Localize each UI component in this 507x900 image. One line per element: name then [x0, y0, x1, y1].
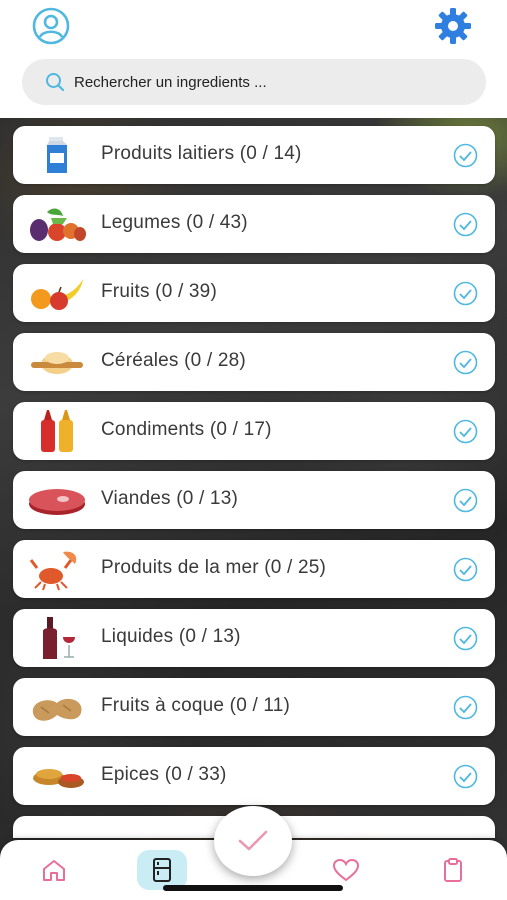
search-bar[interactable] — [22, 59, 486, 105]
check-circle-icon[interactable] — [453, 143, 478, 168]
check-circle-icon[interactable] — [453, 488, 478, 513]
sauce-bottles-icon — [27, 408, 87, 454]
fruits-icon — [27, 270, 87, 316]
heart-icon — [332, 858, 360, 882]
nav-favorites-button[interactable] — [321, 850, 371, 890]
category-label: Produits de la mer (0 / 25) — [101, 557, 327, 578]
nav-list-button[interactable] — [428, 850, 478, 890]
home-indicator — [163, 885, 343, 891]
fridge-icon — [153, 858, 171, 882]
check-circle-icon[interactable] — [453, 695, 478, 720]
settings-button[interactable] — [432, 6, 474, 46]
category-label: Fruits (0 / 39) — [101, 281, 217, 302]
search-input[interactable] — [74, 67, 454, 97]
dough-rolling-pin-icon — [27, 339, 87, 385]
category-label: Condiments (0 / 17) — [101, 419, 272, 440]
category-item-dairy[interactable]: Produits laitiers (0 / 14) — [13, 126, 495, 184]
profile-button[interactable] — [31, 7, 71, 45]
check-icon — [238, 830, 268, 851]
search-icon — [44, 71, 66, 93]
vegetables-icon — [27, 201, 87, 247]
category-item-fruits[interactable]: Fruits (0 / 39) — [13, 264, 495, 322]
check-circle-icon[interactable] — [453, 557, 478, 582]
category-label: Epices (0 / 33) — [101, 764, 227, 785]
nav-fridge-button[interactable] — [137, 850, 187, 890]
category-item-nuts[interactable]: Fruits à coque (0 / 11) — [13, 678, 495, 736]
check-circle-icon[interactable] — [453, 350, 478, 375]
category-item-spices[interactable]: Epices (0 / 33) — [13, 747, 495, 805]
home-icon — [43, 860, 65, 881]
check-circle-icon[interactable] — [453, 212, 478, 237]
steak-icon — [27, 477, 87, 523]
check-circle-icon[interactable] — [453, 281, 478, 306]
spice-bowls-icon — [27, 753, 87, 799]
category-item-vegetables[interactable]: Legumes (0 / 43) — [13, 195, 495, 253]
check-circle-icon[interactable] — [453, 419, 478, 444]
milk-carton-icon — [27, 132, 87, 178]
category-label: Produits laitiers (0 / 14) — [101, 143, 302, 164]
wine-bottle-glass-icon — [27, 615, 87, 661]
clipboard-icon — [444, 858, 462, 882]
category-label: Céréales (0 / 28) — [101, 350, 246, 371]
category-label: Fruits à coque (0 / 11) — [101, 695, 291, 716]
check-circle-icon[interactable] — [453, 764, 478, 789]
validate-button[interactable] — [214, 806, 292, 876]
category-item-seafood[interactable]: Produits de la mer (0 / 25) — [13, 540, 495, 598]
gear-icon — [435, 8, 471, 44]
user-circle-icon — [32, 7, 70, 45]
check-circle-icon[interactable] — [453, 626, 478, 651]
category-label: Viandes (0 / 13) — [101, 488, 238, 509]
crab-shrimp-icon — [27, 546, 87, 592]
nav-home-button[interactable] — [29, 850, 79, 890]
category-item-liquids[interactable]: Liquides (0 / 13) — [13, 609, 495, 667]
category-item-cereals[interactable]: Céréales (0 / 28) — [13, 333, 495, 391]
category-label: Legumes (0 / 43) — [101, 212, 248, 233]
category-item-meats[interactable]: Viandes (0 / 13) — [13, 471, 495, 529]
category-label: Liquides (0 / 13) — [101, 626, 241, 647]
peanut-icon — [27, 684, 87, 730]
header — [0, 0, 507, 118]
category-item-condiments[interactable]: Condiments (0 / 17) — [13, 402, 495, 460]
